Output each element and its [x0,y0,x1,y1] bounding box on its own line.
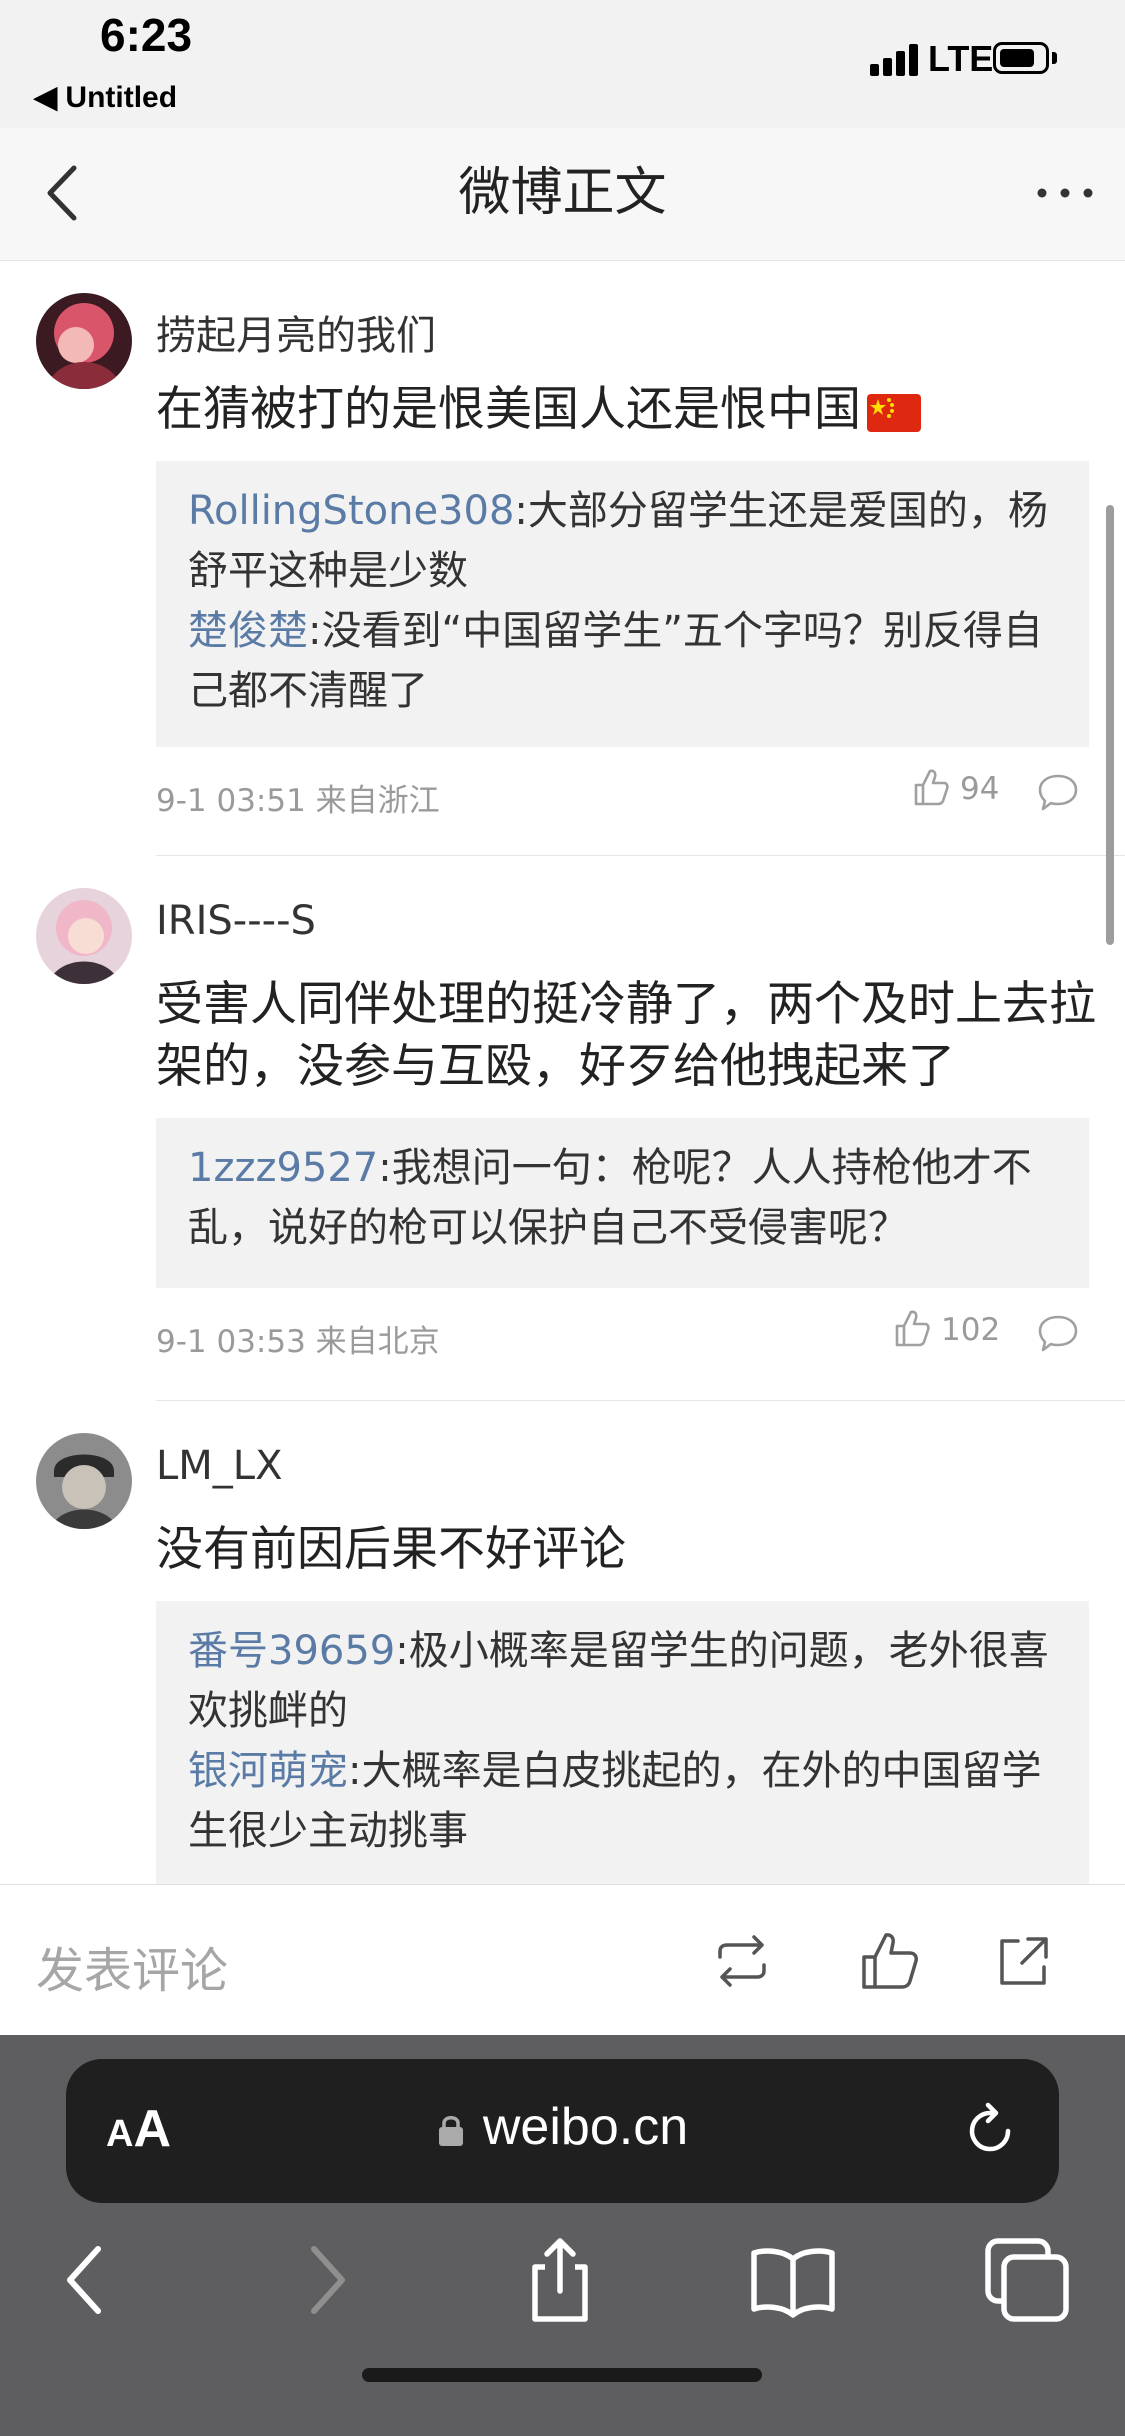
address-bar[interactable]: AA weibo.cn [66,2059,1059,2203]
comment-username[interactable]: LM_LX [156,1443,282,1489]
comment-timestamp: 9-1 03:53 来自北京 [156,1324,440,1360]
reply-username[interactable]: 楚俊楚 [188,608,308,654]
like-icon [914,769,949,806]
comment-input[interactable]: 发表评论 [36,1931,228,2001]
reply-text: :没看到“中国留学生”五个字吗？别反得自己都不清醒了 [188,608,1043,714]
comment-icon[interactable] [1036,771,1080,815]
safari-share-icon[interactable] [515,2235,605,2325]
back-to-app-link[interactable]: ◀ Untitled [34,80,177,115]
reply-username[interactable]: 番号39659 [188,1628,395,1674]
scrollbar[interactable] [1106,505,1114,945]
signal-icon [870,44,924,76]
reply-box[interactable]: 番号39659:极小概率是留学生的问题，老外很喜欢挑衅的 银河萌宠:大概率是白皮… [156,1601,1089,1884]
like-count: 102 [941,1312,1001,1348]
comment-list[interactable]: 捞起月亮的我们 在猜被打的是恨美国人还是恨中国 RollingStone308:… [0,261,1125,1884]
reply-item: 银河萌宠:大概率是白皮挑起的，在外的中国留学生很少主动挑事 [188,1741,1057,1861]
comment-body: 受害人同伴处理的挺冷静了，两个及时上去拉架的，没参与互殴，好歹给他拽起来了 [156,977,1096,1094]
comment-username[interactable]: IRIS----S [156,898,316,944]
comment-body: 没有前因后果不好评论 [156,1522,626,1577]
reply-item: 番号39659:极小概率是留学生的问题，老外很喜欢挑衅的 [188,1621,1057,1741]
nav-bar: 微博正文 [0,128,1125,261]
home-indicator[interactable] [362,2368,762,2382]
page-title: 微博正文 [458,163,667,223]
battery-icon [993,42,1049,74]
like-count: 94 [960,771,1000,807]
comment-icon[interactable] [1036,1312,1080,1356]
network-type: LTE [928,38,994,79]
reply-username[interactable]: RollingStone308 [188,488,514,534]
reply-item: RollingStone308:大部分留学生还是爱国的，杨舒平这种是少数 [188,481,1057,601]
comment-username[interactable]: 捞起月亮的我们 [156,303,436,361]
reply-box[interactable]: 1zzz9527:我想问一句：枪呢？人人持枪他才不乱，说好的枪可以保护自己不受侵… [156,1118,1089,1288]
like-button[interactable]: 94 [912,767,1012,817]
divider [156,855,1125,856]
reply-box[interactable]: RollingStone308:大部分留学生还是爱国的，杨舒平这种是少数 楚俊楚… [156,461,1089,747]
reply-item: 1zzz9527:我想问一句：枪呢？人人持枪他才不乱，说好的枪可以保护自己不受侵… [188,1138,1057,1258]
reply-username[interactable]: 1zzz9527 [188,1145,378,1191]
bookmarks-icon[interactable] [748,2235,838,2325]
tabs-icon[interactable] [982,2235,1072,2325]
thumbs-up-icon[interactable] [858,1929,922,1993]
battery-cap [1052,52,1057,64]
share-icon[interactable] [992,1929,1056,1993]
lock-icon [438,2116,463,2147]
reply-item: 楚俊楚:没看到“中国留学生”五个字吗？别反得自己都不清醒了 [188,601,1057,721]
more-icon[interactable] [1030,158,1100,228]
reply-username[interactable]: 银河萌宠 [188,1748,348,1794]
url-text: weibo.cn [482,2098,689,2156]
repost-icon[interactable] [710,1929,774,1993]
url-display[interactable]: weibo.cn [66,2097,1059,2157]
divider [156,1400,1125,1401]
comment-timestamp: 9-1 03:51 来自浙江 [156,783,440,819]
comment-text: 在猜被打的是恨美国人还是恨中国 [156,379,1096,441]
safari-forward-icon[interactable] [282,2235,372,2325]
like-icon [895,1310,930,1347]
reload-icon[interactable] [958,2099,1022,2163]
comment-composer: 发表评论 [0,1884,1125,2036]
like-button[interactable]: 102 [893,1308,1013,1358]
avatar[interactable] [36,293,132,389]
china-flag-icon [867,393,921,432]
status-bar: 6:23 ◀ Untitled LTE [0,0,1125,128]
comment-body: 在猜被打的是恨美国人还是恨中国 [156,382,861,437]
avatar[interactable] [36,1433,132,1529]
safari-back-icon[interactable] [40,2235,130,2325]
avatar[interactable] [36,888,132,984]
status-time: 6:23 [100,9,193,61]
